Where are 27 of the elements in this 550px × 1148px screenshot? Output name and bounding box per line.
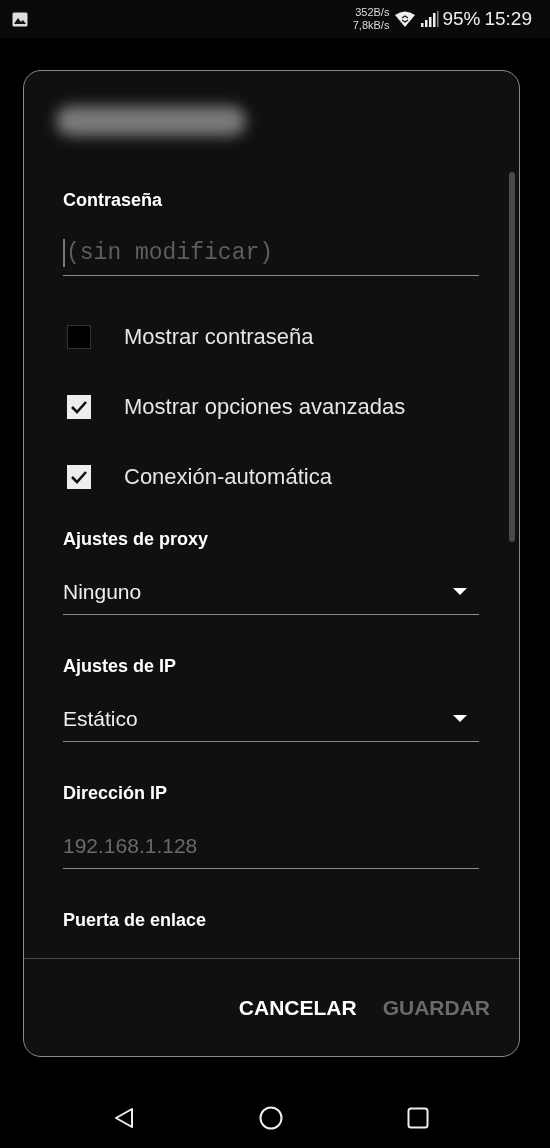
battery-level: 95% xyxy=(442,8,481,30)
field-label: Puerta de enlace xyxy=(63,909,208,931)
field-label: Ajustes de proxy xyxy=(63,528,210,550)
download-rate: 7,8kB/s xyxy=(352,19,390,32)
dropdown-field[interactable]: Estático xyxy=(63,698,479,742)
checkbox-label: Conexión-automática xyxy=(124,464,332,490)
field-label: Dirección IP xyxy=(63,782,169,804)
home-icon[interactable] xyxy=(258,1106,283,1130)
dropdown-field[interactable]: Ninguno xyxy=(63,571,479,615)
field-label: Contraseña xyxy=(63,189,164,211)
signal-icon xyxy=(421,11,440,27)
scrollbar[interactable] xyxy=(509,172,515,542)
back-icon[interactable] xyxy=(114,1107,134,1129)
ip-address-field[interactable]: 192.168.1.128 xyxy=(63,825,479,869)
dropdown-arrow-icon xyxy=(453,715,467,722)
wifi-icon xyxy=(395,11,416,27)
field-label: Ajustes de IP xyxy=(63,655,178,677)
checkbox-label: Mostrar contraseña xyxy=(124,324,314,350)
upload-rate: 352B/s xyxy=(355,6,390,19)
dialog-button[interactable]: CANCELAR xyxy=(231,987,364,1028)
recent-apps-icon[interactable] xyxy=(407,1107,429,1129)
checkbox-label: Mostrar opciones avanzadas xyxy=(124,394,406,420)
dropdown-arrow-icon xyxy=(453,588,467,595)
text-cursor xyxy=(63,238,65,267)
checkbox[interactable] xyxy=(67,325,91,349)
clock: 15:29 xyxy=(484,8,532,30)
image-icon xyxy=(12,11,28,27)
